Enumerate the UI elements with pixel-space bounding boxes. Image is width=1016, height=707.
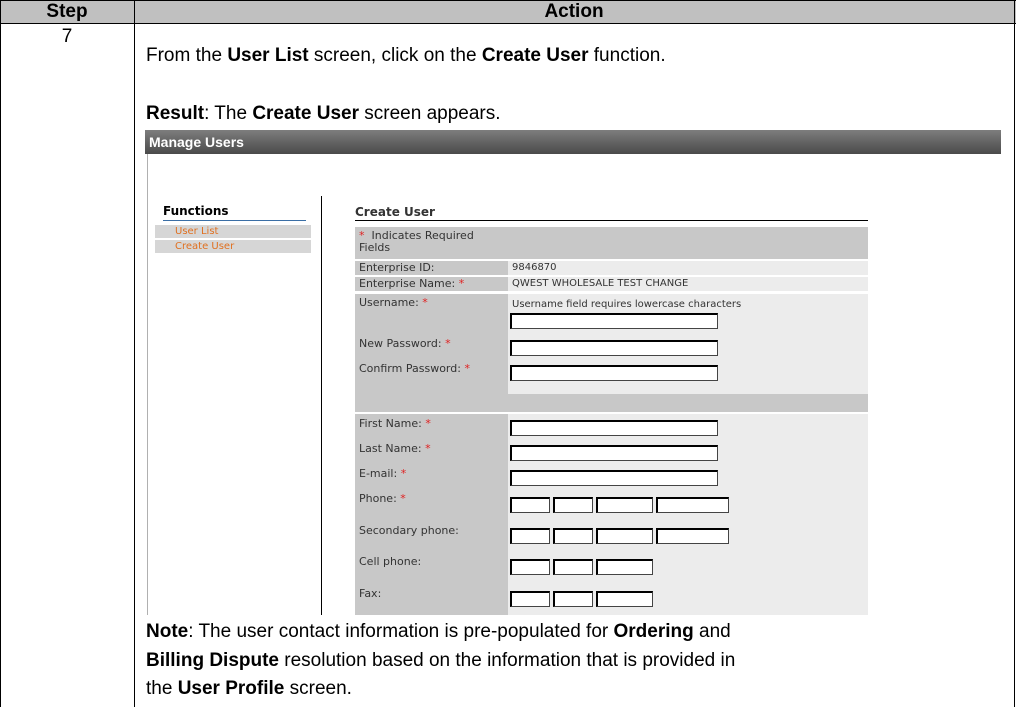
functions-rule xyxy=(163,220,306,221)
required-note: * Indicates Required Fields xyxy=(355,227,508,259)
cell-phone-area-code-input[interactable] xyxy=(510,559,550,575)
cell-phone-label: Cell phone: xyxy=(359,555,422,568)
form-title-rule xyxy=(355,220,868,221)
function-link-create-user[interactable]: Create User xyxy=(155,240,311,253)
window-title-bar: Manage Users xyxy=(145,130,1001,154)
fax-line-input[interactable] xyxy=(596,591,653,607)
table-header-divider xyxy=(0,23,1016,24)
create-user-screenshot: Manage Users Functions User List Create … xyxy=(145,130,1001,615)
required-note-value xyxy=(508,227,868,259)
function-link-user-list[interactable]: User List xyxy=(155,225,311,238)
first-name-label: First Name: * xyxy=(359,417,431,430)
secondary-phone-prefix-input[interactable] xyxy=(553,528,593,544)
enterprise-name-value: QWEST WHOLESALE TEST CHANGE xyxy=(508,277,868,291)
procedure-table: Step Action 7 From the User List screen,… xyxy=(0,0,1016,707)
secondary-phone-line-input[interactable] xyxy=(596,528,653,544)
username-hint: Username field requires lowercase charac… xyxy=(512,299,742,310)
table-column-divider xyxy=(134,0,135,707)
note-line-3: the User Profile screen. xyxy=(146,678,352,699)
last-name-label: Last Name: * xyxy=(359,442,431,455)
new-password-label: New Password: * xyxy=(359,337,451,350)
header-action: Action xyxy=(544,1,604,22)
header-step: Step xyxy=(46,1,88,22)
cell-phone-prefix-input[interactable] xyxy=(553,559,593,575)
step-number: 7 xyxy=(61,26,73,47)
fax-prefix-input[interactable] xyxy=(553,591,593,607)
table-header-row: Step Action xyxy=(0,0,1016,24)
note-line-1: Note: The user contact information is pr… xyxy=(146,621,731,642)
table-border-top xyxy=(0,0,1016,1)
phone-label: Phone: * xyxy=(359,492,406,505)
confirm-password-input[interactable] xyxy=(510,365,718,381)
email-input[interactable] xyxy=(510,470,718,486)
secondary-phone-area-code-input[interactable] xyxy=(510,528,550,544)
note-line-2: Billing Dispute resolution based on the … xyxy=(146,650,736,671)
secondary-phone-label: Secondary phone: xyxy=(359,524,459,537)
enterprise-id-value: 9846870 xyxy=(508,261,868,275)
instruction-text: From the User List screen, click on the … xyxy=(146,45,666,66)
phone-prefix-input[interactable] xyxy=(553,497,593,513)
enterprise-id-label: Enterprise ID: xyxy=(355,261,508,275)
table-border-left xyxy=(0,0,1,707)
fax-label: Fax: xyxy=(359,587,382,600)
form-title: Create User xyxy=(355,205,435,219)
cell-phone-line-input[interactable] xyxy=(596,559,653,575)
panel-separator xyxy=(321,196,322,615)
table-border-right xyxy=(1014,0,1015,707)
username-input[interactable] xyxy=(510,313,718,329)
panel-left-border xyxy=(147,154,148,615)
new-password-input[interactable] xyxy=(510,340,718,356)
username-label: Username: * xyxy=(359,296,428,309)
result-text: Result: The Create User screen appears. xyxy=(146,103,501,124)
confirm-password-label: Confirm Password: * xyxy=(359,362,470,375)
first-name-input[interactable] xyxy=(510,420,718,436)
phone-line-input[interactable] xyxy=(596,497,653,513)
email-label: E-mail: * xyxy=(359,467,407,480)
phone-area-code-input[interactable] xyxy=(510,497,550,513)
last-name-input[interactable] xyxy=(510,445,718,461)
secondary-phone-extension-input[interactable] xyxy=(656,528,729,544)
phone-extension-input[interactable] xyxy=(656,497,729,513)
fax-area-code-input[interactable] xyxy=(510,591,550,607)
enterprise-name-label: Enterprise Name: * xyxy=(355,277,508,291)
functions-heading: Functions xyxy=(163,204,229,218)
section-divider xyxy=(355,394,868,412)
